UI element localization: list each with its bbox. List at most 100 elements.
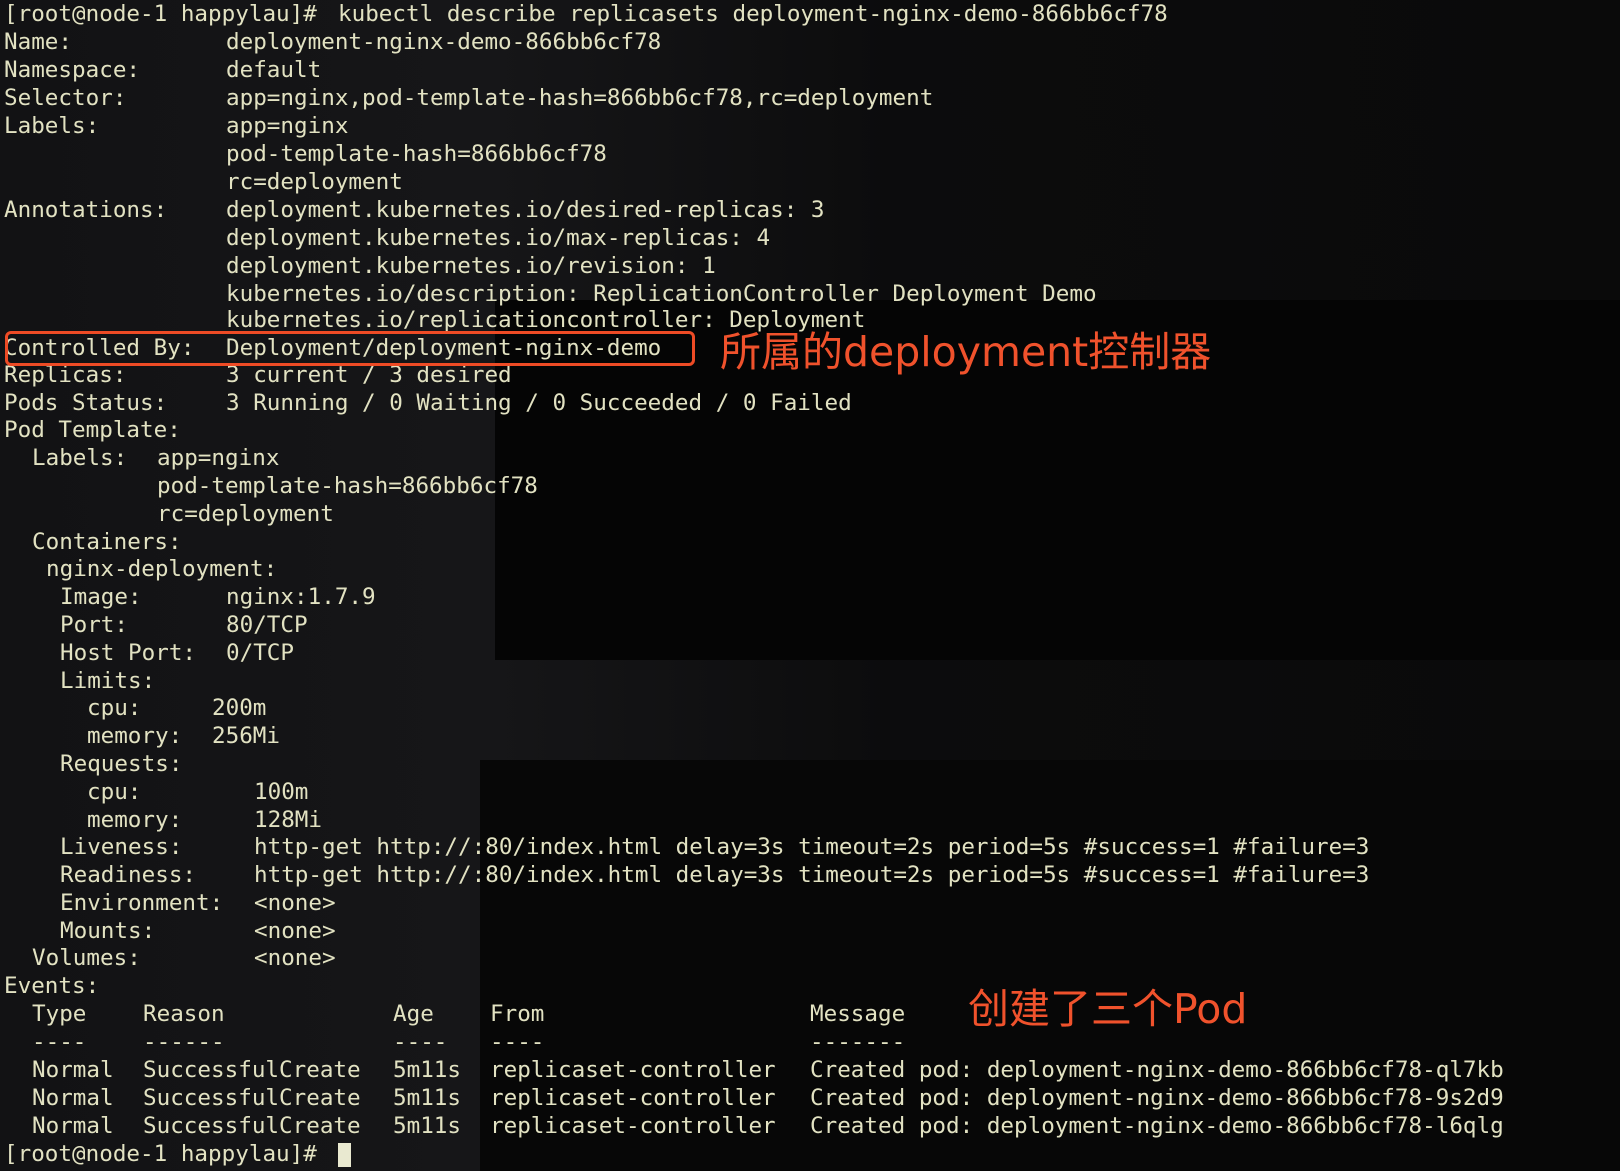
- field-key: Readiness:: [60, 862, 197, 888]
- container-name: nginx-deployment:: [0, 555, 277, 583]
- field-key: Labels:: [4, 113, 100, 139]
- field-mounts: Mounts: <none>: [0, 917, 336, 945]
- event-from: replicaset-controller: [490, 1113, 776, 1139]
- field-key: cpu:: [87, 779, 142, 805]
- field-value: pod-template-hash=866bb6cf78: [226, 141, 607, 167]
- field-key: Containers:: [32, 529, 182, 555]
- field-key: Liveness:: [60, 834, 183, 860]
- field-labels-continued: rc=deployment: [0, 168, 403, 196]
- field-port: Port: 80/TCP: [0, 611, 308, 639]
- table-row: Normal SuccessfulCreate 5m11s replicaset…: [0, 1084, 1504, 1112]
- field-pod-template-labels-continued: rc=deployment: [0, 500, 334, 528]
- field-value: 80/TCP: [226, 612, 308, 638]
- field-labels: Labels: app=nginx: [0, 112, 348, 140]
- events-divider: -------: [810, 1029, 906, 1055]
- table-row: Normal SuccessfulCreate 5m11s replicaset…: [0, 1112, 1504, 1140]
- annotation-controller: 所属的deployment控制器: [720, 328, 1212, 376]
- field-key: Image:: [60, 584, 142, 610]
- field-key: Events:: [4, 973, 100, 999]
- field-limits-cpu: cpu: 200m: [0, 694, 266, 722]
- event-reason: SuccessfulCreate: [143, 1085, 361, 1111]
- event-age: 5m11s: [393, 1113, 462, 1139]
- field-value: <none>: [254, 918, 336, 944]
- field-annotations-continued: kubernetes.io/description: ReplicationCo…: [0, 280, 1097, 308]
- event-reason: SuccessfulCreate: [143, 1113, 361, 1139]
- events-divider: ------: [143, 1029, 225, 1055]
- text-cursor: [338, 1143, 351, 1167]
- field-value: deployment.kubernetes.io/max-replicas: 4: [226, 225, 771, 251]
- field-value: <none>: [254, 945, 336, 971]
- field-key: cpu:: [87, 695, 142, 721]
- event-type: Normal: [32, 1085, 114, 1111]
- field-key: memory:: [87, 723, 183, 749]
- field-events: Events:: [0, 972, 99, 1000]
- field-annotations: Annotations: deployment.kubernetes.io/de…: [0, 196, 825, 224]
- event-age: 5m11s: [393, 1085, 462, 1111]
- field-key: Volumes:: [32, 945, 141, 971]
- highlight-box: [5, 331, 695, 366]
- events-column-header: Message: [810, 1001, 906, 1027]
- field-environment: Environment: <none>: [0, 889, 336, 917]
- field-pod-template-labels-continued: pod-template-hash=866bb6cf78: [0, 472, 538, 500]
- field-labels-continued: pod-template-hash=866bb6cf78: [0, 140, 607, 168]
- field-host-port: Host Port: 0/TCP: [0, 639, 294, 667]
- events-column-header: Age: [393, 1001, 434, 1027]
- events-column-header: Reason: [143, 1001, 225, 1027]
- field-value: kubernetes.io/description: ReplicationCo…: [226, 281, 1097, 307]
- field-key: Requests:: [60, 751, 183, 777]
- event-message: Created pod: deployment-nginx-demo-866bb…: [810, 1057, 1504, 1083]
- event-from: replicaset-controller: [490, 1057, 776, 1083]
- field-annotations-continued: deployment.kubernetes.io/revision: 1: [0, 252, 716, 280]
- field-requests: Requests:: [0, 750, 182, 778]
- field-requests-memory: memory: 128Mi: [0, 806, 322, 834]
- events-header-row: Type Reason Age From Message: [0, 1000, 905, 1028]
- events-divider: ----: [490, 1029, 545, 1055]
- field-key: Limits:: [60, 668, 156, 694]
- field-value: 128Mi: [254, 807, 323, 833]
- field-key: Labels:: [32, 445, 128, 471]
- field-value: rc=deployment: [157, 501, 334, 527]
- shell-prompt: [root@node-1 happylau]#: [4, 1141, 331, 1167]
- event-type: Normal: [32, 1113, 114, 1139]
- field-value: 0/TCP: [226, 640, 295, 666]
- field-value: deployment.kubernetes.io/revision: 1: [226, 253, 716, 279]
- events-divider: ----: [393, 1029, 448, 1055]
- field-annotations-continued: deployment.kubernetes.io/max-replicas: 4: [0, 224, 770, 252]
- events-divider: ----: [32, 1029, 87, 1055]
- annotation-pods: 创建了三个Pod: [968, 985, 1248, 1033]
- field-pods-status: Pods Status: 3 Running / 0 Waiting / 0 S…: [0, 389, 852, 417]
- field-value: http-get http://:80/index.html delay=3s …: [254, 862, 1370, 888]
- field-value: 200m: [212, 695, 267, 721]
- command-text: kubectl describe replicasets deployment-…: [338, 1, 1168, 27]
- field-liveness: Liveness: http-get http://:80/index.html…: [0, 833, 1369, 861]
- field-key: Environment:: [60, 890, 224, 916]
- shell-prompt: [root@node-1 happylau]#: [4, 1, 331, 27]
- field-value: <none>: [254, 890, 336, 916]
- field-key: Name:: [4, 29, 73, 55]
- field-key: Annotations:: [4, 197, 168, 223]
- field-value: 256Mi: [212, 723, 281, 749]
- field-key: Port:: [60, 612, 129, 638]
- prompt-line[interactable]: [root@node-1 happylau]#: [0, 1140, 351, 1168]
- field-limits: Limits:: [0, 667, 155, 695]
- field-requests-cpu: cpu: 100m: [0, 778, 308, 806]
- field-value: rc=deployment: [226, 169, 403, 195]
- event-message: Created pod: deployment-nginx-demo-866bb…: [810, 1113, 1504, 1139]
- field-key: Host Port:: [60, 640, 197, 666]
- field-value: http-get http://:80/index.html delay=3s …: [254, 834, 1370, 860]
- field-pod-template: Pod Template:: [0, 416, 181, 444]
- event-message: Created pod: deployment-nginx-demo-866bb…: [810, 1085, 1504, 1111]
- field-key: Selector:: [4, 85, 127, 111]
- event-reason: SuccessfulCreate: [143, 1057, 361, 1083]
- field-key: Pods Status:: [4, 390, 168, 416]
- field-value: 100m: [254, 779, 309, 805]
- field-annotations-continued: kubernetes.io/replicationcontroller: Dep…: [0, 306, 865, 334]
- field-containers: Containers:: [0, 528, 182, 556]
- terminal-window[interactable]: [root@node-1 happylau]# kubectl describe…: [0, 0, 1620, 1171]
- field-value: pod-template-hash=866bb6cf78: [157, 473, 538, 499]
- field-value: 3 Running / 0 Waiting / 0 Succeeded / 0 …: [226, 390, 852, 416]
- field-value: app=nginx: [157, 445, 280, 471]
- field-value: nginx:1.7.9: [226, 584, 376, 610]
- field-key: Mounts:: [60, 918, 156, 944]
- events-column-header: From: [490, 1001, 545, 1027]
